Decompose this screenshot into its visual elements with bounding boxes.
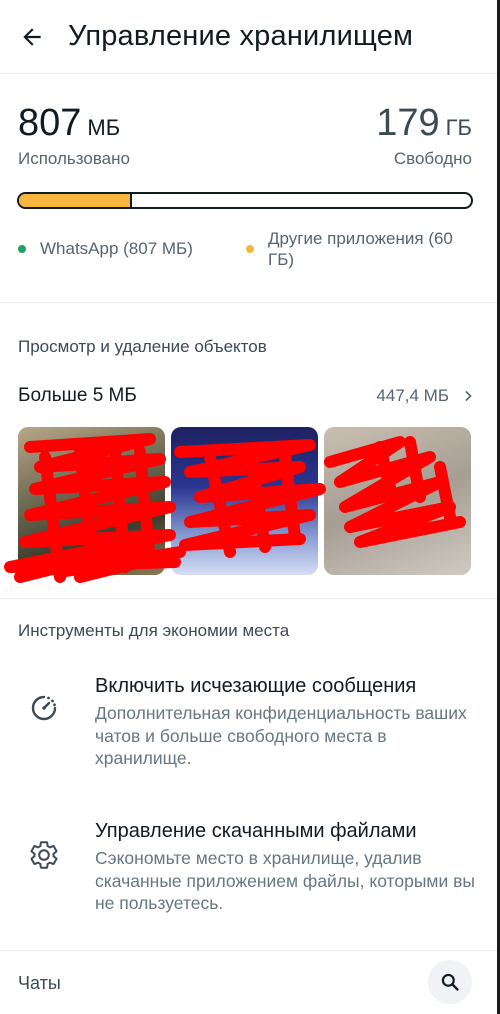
redaction-scribble xyxy=(4,433,466,583)
legend-label-other-apps: Другие приложения (60 ГБ) xyxy=(268,229,453,269)
chevron-right-icon xyxy=(465,390,472,402)
storage-legend: WhatsApp (807 МБ) Другие приложения (60 … xyxy=(18,228,488,270)
legend-item-whatsapp: WhatsApp (807 МБ) xyxy=(18,238,246,270)
chats-section-title: Чаты xyxy=(18,973,61,993)
legend-label-whatsapp: WhatsApp (807 МБ) xyxy=(40,239,193,258)
gear-icon xyxy=(30,841,58,869)
tool-title: Управление скачанными файлами xyxy=(95,820,417,842)
large-files-label: Больше 5 МБ xyxy=(18,385,137,406)
tool-manage-downloads[interactable]: Управление скачанными файлами Сэкономьте… xyxy=(0,805,497,940)
used-value: 807 xyxy=(18,102,82,144)
storage-usage-bar xyxy=(17,192,473,209)
large-files-meta: 447,4 МБ xyxy=(376,386,473,406)
search-button[interactable] xyxy=(428,960,472,1004)
divider xyxy=(0,302,497,303)
free-storage: 179 ГБ Свободно xyxy=(376,102,472,169)
large-files-size: 447,4 МБ xyxy=(376,386,449,405)
back-button[interactable] xyxy=(0,0,64,74)
free-value: 179 xyxy=(376,102,440,144)
free-label: Свободно xyxy=(393,149,472,168)
tool-disappearing-messages[interactable]: Включить исчезающие сообщения Дополнител… xyxy=(0,660,497,795)
arrow-left-icon xyxy=(23,27,41,46)
used-storage: 807 МБ Использовано xyxy=(18,102,130,169)
large-files-row[interactable]: Больше 5 МБ 447,4 МБ xyxy=(18,383,473,409)
storage-usage-fill xyxy=(19,194,132,207)
search-icon xyxy=(441,973,459,991)
tool-description: Дополнительная конфиденциальность ваших … xyxy=(95,703,467,768)
timer-icon xyxy=(31,695,57,721)
free-unit: ГБ xyxy=(445,115,472,140)
page-title: Управление хранилищем xyxy=(68,20,414,52)
used-unit: МБ xyxy=(87,115,121,140)
tools-section-title: Инструменты для экономии места xyxy=(18,621,290,640)
storage-management-screen: Управление хранилищем 807 МБ Использовано… xyxy=(0,0,500,1014)
tool-title: Включить исчезающие сообщения xyxy=(95,675,417,697)
divider xyxy=(0,950,497,951)
tool-description: Сэкономьте место в хранилище, удалив ска… xyxy=(95,848,475,913)
chats-section: Чаты xyxy=(0,955,497,1014)
legend-item-other-apps: Другие приложения (60 ГБ) xyxy=(246,228,476,270)
divider xyxy=(0,598,497,599)
review-section-title: Просмотр и удаление объектов xyxy=(18,337,267,356)
legend-dot-other-apps xyxy=(246,245,254,253)
legend-dot-whatsapp xyxy=(18,245,26,253)
app-bar: Управление хранилищем xyxy=(0,0,497,74)
used-label: Использовано xyxy=(18,149,130,168)
